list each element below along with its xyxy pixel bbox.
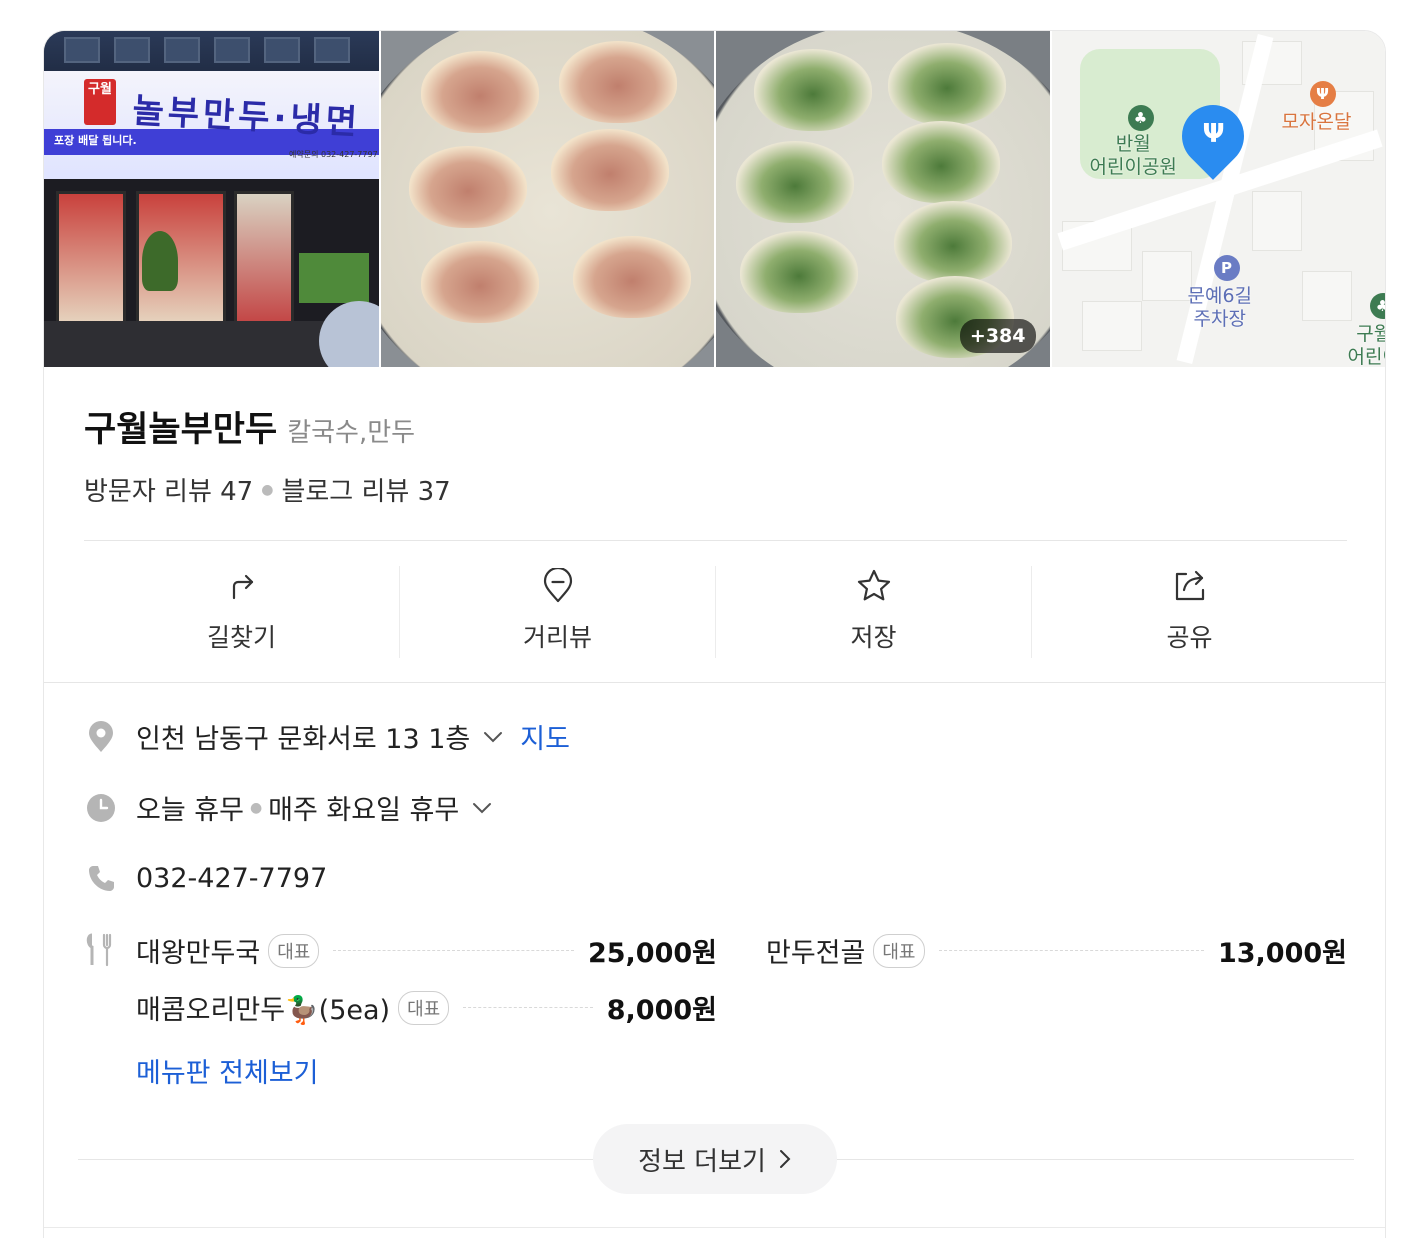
sign-phone: 예약문의 032-427-7797	[289, 150, 378, 159]
action-bar: 길찾기 거리뷰 저장 공유	[84, 566, 1347, 658]
menu-tag: 대표	[873, 933, 925, 968]
address-text: 인천 남동구 문화서로 13 1층	[136, 724, 471, 755]
clock-icon	[84, 791, 118, 825]
fork-knife-icon	[84, 933, 118, 971]
place-category: 칼국수,만두	[287, 418, 416, 448]
menu-item-price: 25,000원	[587, 938, 717, 969]
blog-reviews-link[interactable]: 블로그 리뷰 37	[281, 471, 450, 508]
more-photos-badge[interactable]: +384	[959, 319, 1036, 353]
address-row: 인천 남동구 문화서로 13 1층 지도	[84, 717, 570, 756]
menu-item-name: 대왕만두국	[136, 938, 261, 969]
menu-all-link[interactable]: 메뉴판 전체보기	[136, 1051, 318, 1090]
map-label-park2: 구월어린이	[1347, 323, 1386, 367]
save-label: 저장	[850, 623, 897, 652]
map-label-cafe: 모자온달	[1281, 111, 1352, 133]
visitor-reviews-link[interactable]: 방문자 리뷰 47	[84, 471, 253, 508]
storefront-photo[interactable]: 구월 놀부만두·냉면 포장 배달 됩니다. 예약문의 032-427-7797	[44, 31, 379, 367]
share-label: 공유	[1166, 623, 1213, 652]
title-row: 구월놀부만두 칼국수,만두	[84, 401, 415, 452]
more-info-label: 정보 더보기	[638, 1146, 766, 1177]
menu-item-name: 매콤오리만두🦆(5ea)	[136, 995, 391, 1026]
menu-item-price: 13,000원	[1217, 938, 1347, 969]
share-icon	[1175, 570, 1204, 601]
leader-line	[333, 950, 574, 951]
street-view-button[interactable]: 거리뷰	[400, 566, 716, 658]
section-divider	[44, 682, 1385, 683]
park-icon: ♣	[1127, 105, 1154, 131]
location-pin-icon	[543, 568, 572, 603]
directions-icon	[232, 574, 253, 600]
menu-tag: 대표	[398, 990, 450, 1025]
share-button[interactable]: 공유	[1032, 566, 1347, 658]
place-name[interactable]: 구월놀부만두	[84, 401, 277, 452]
restaurant-icon: Ψ	[1202, 119, 1225, 149]
hours-detail: 매주 화요일 휴무	[268, 795, 460, 826]
directions-button[interactable]: 길찾기	[84, 566, 400, 658]
restaurant-icon-small: Ψ	[1309, 81, 1336, 107]
menu-item[interactable]: 만두전골 대표 13,000원	[766, 931, 1347, 970]
menu-item[interactable]: 대왕만두국 대표 25,000원	[136, 931, 717, 970]
map-link[interactable]: 지도	[520, 717, 570, 756]
map-label-parking: 문예6길 주차장	[1187, 285, 1253, 330]
directions-label: 길찾기	[206, 623, 276, 652]
street-view-label: 거리뷰	[522, 623, 592, 652]
menu-item[interactable]: 매콤오리만두🦆(5ea) 대표 8,000원	[136, 988, 717, 1027]
phone-number[interactable]: 032-427-7797	[136, 863, 327, 894]
menu-item-price: 8,000원	[606, 995, 717, 1026]
divider	[84, 540, 1347, 541]
more-info-button[interactable]: 정보 더보기	[593, 1124, 837, 1194]
parking-icon: P	[1213, 255, 1240, 281]
park-icon-2: ♣	[1369, 293, 1385, 319]
map-label-park: 반월 어린이공원	[1089, 133, 1177, 178]
review-counts: 방문자 리뷰 47 ● 블로그 리뷰 37	[84, 471, 451, 508]
menu-item-name: 만두전골	[766, 938, 866, 969]
phone-row: 032-427-7797	[84, 861, 327, 895]
sign-subtitle: 포장 배달 됩니다.	[54, 134, 137, 147]
phone-icon	[84, 861, 118, 895]
separator-dot: ●	[261, 481, 274, 498]
hours-status: 오늘 휴무	[136, 795, 244, 826]
menu-tag: 대표	[268, 933, 320, 968]
chevron-down-icon[interactable]	[471, 797, 493, 819]
dumpling-photo-2[interactable]: +384	[716, 31, 1050, 367]
map-thumbnail[interactable]: ♣ 반월어린이공원 Ψ 모자온달 Ψ P 문예6길주차장 ♣ 구월어린이	[1051, 31, 1386, 367]
place-card: 구월 놀부만두·냉면 포장 배달 됩니다. 예약문의 032-427-7797	[43, 30, 1386, 1238]
chevron-down-icon[interactable]	[482, 726, 504, 748]
divider	[44, 1227, 1385, 1228]
hours-row: 오늘 휴무 ● 매주 화요일 휴무	[84, 788, 493, 827]
location-icon	[84, 720, 118, 754]
leader-line	[938, 950, 1204, 951]
save-button[interactable]: 저장	[716, 566, 1032, 658]
chevron-right-icon	[779, 1150, 791, 1168]
dumpling-photo-1[interactable]	[380, 31, 714, 367]
photo-strip: 구월 놀부만두·냉면 포장 배달 됩니다. 예약문의 032-427-7797	[44, 31, 1386, 367]
star-icon	[857, 569, 890, 601]
leader-line	[463, 1007, 593, 1008]
sign-logo: 구월	[84, 79, 116, 125]
separator-dot: ●	[249, 799, 263, 816]
